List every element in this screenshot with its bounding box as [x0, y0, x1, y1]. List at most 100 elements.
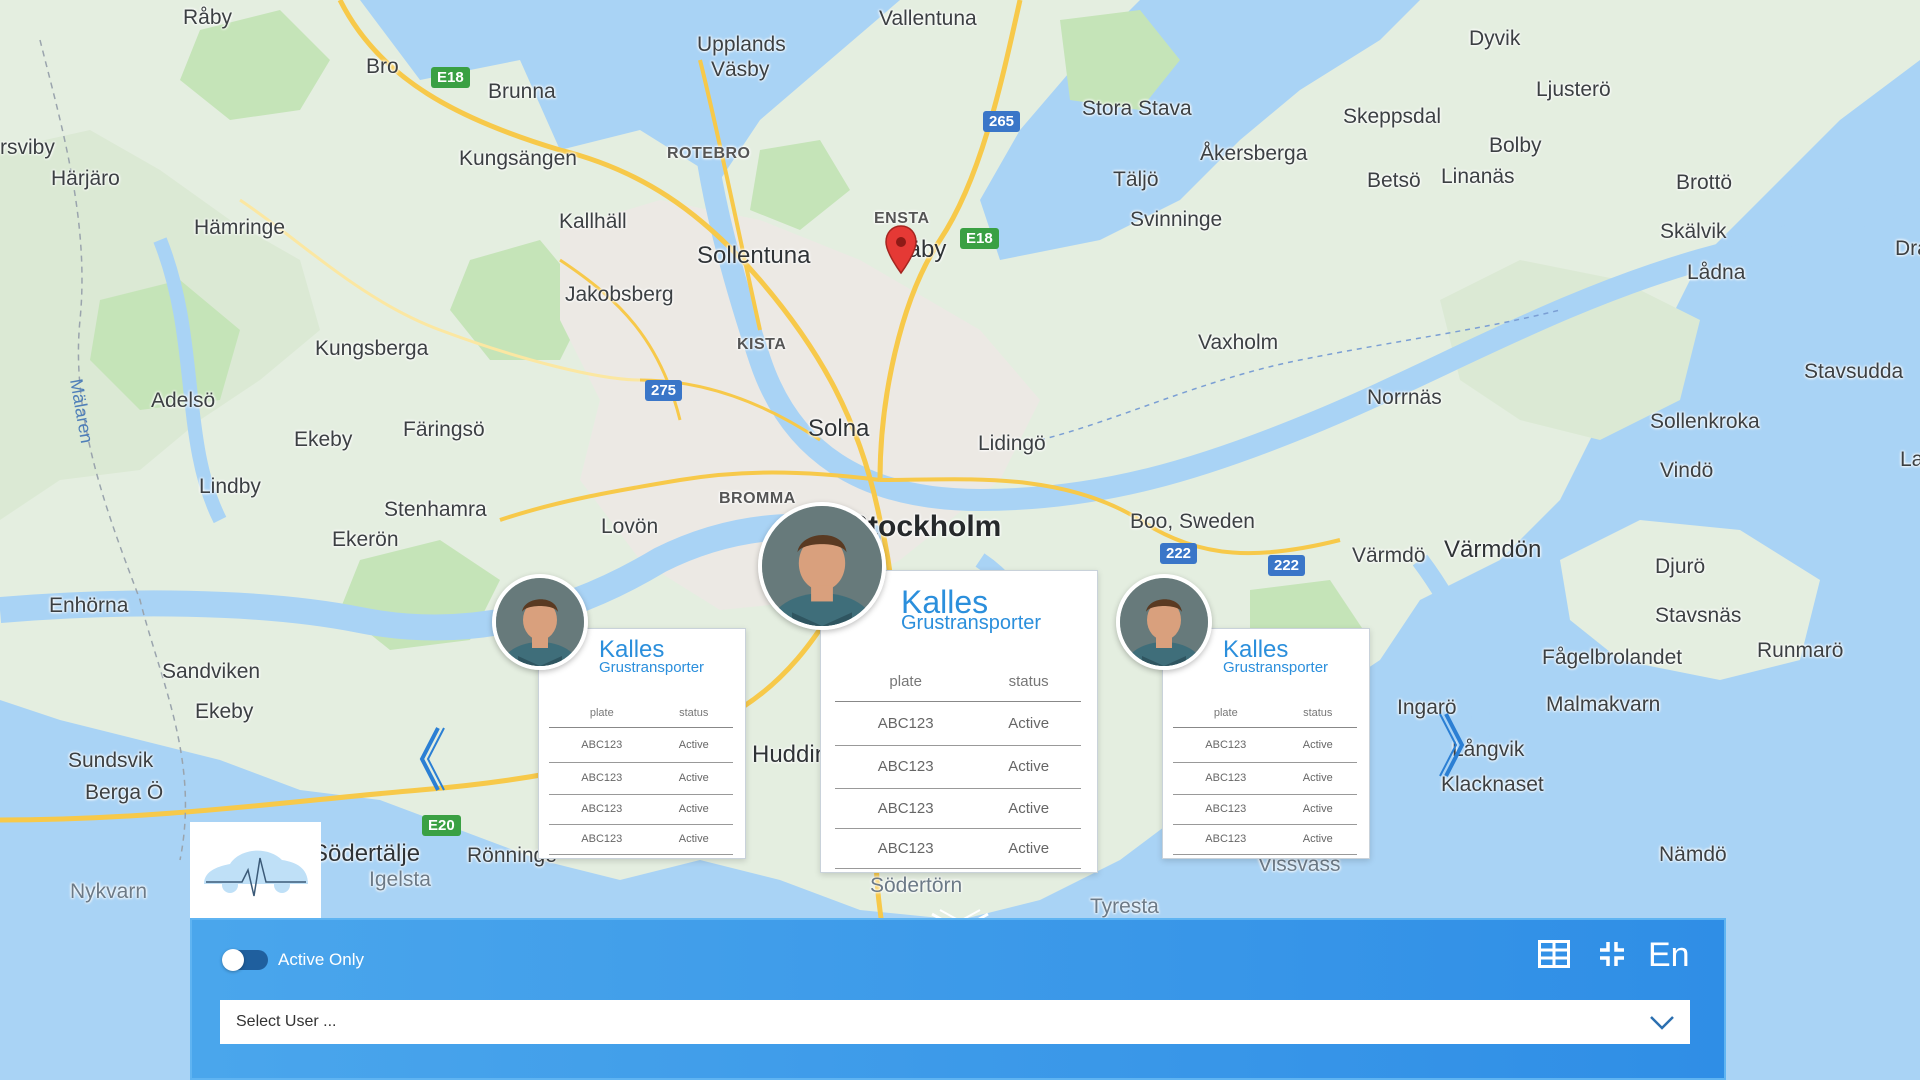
status-cell: Active	[654, 794, 733, 825]
driver-avatar[interactable]	[758, 502, 886, 630]
map-place-label: Upplands	[697, 33, 786, 56]
map-place-label: Kallhäll	[559, 210, 627, 233]
table-row[interactable]: ABC123 Active	[835, 745, 1081, 789]
table-row[interactable]: ABC123 Active	[835, 701, 1081, 746]
map-place-label: Ekerön	[332, 528, 399, 551]
column-header-status: status	[976, 663, 1081, 702]
map-place-label: Värmdön	[1444, 536, 1542, 563]
map-place-label: Ekeby	[294, 428, 353, 451]
map-place-label: Täljö	[1113, 168, 1159, 191]
status-cell: Active	[976, 828, 1081, 869]
map-place-label: Linanäs	[1441, 165, 1515, 188]
vehicle-table: plate status ABC123 Active ABC123 Active A…	[1173, 699, 1357, 855]
map-place-label: Stora Stava	[1082, 97, 1192, 120]
map-place-label: Berga Ö	[85, 781, 164, 804]
map-place-label: ROTEBRO	[667, 145, 751, 162]
map-place-label: Igelsta	[369, 868, 431, 891]
status-cell: Active	[654, 824, 733, 855]
table-row[interactable]: ABC123 Active	[549, 727, 733, 763]
plate-cell: ABC123	[1173, 762, 1279, 795]
table-row[interactable]: ABC123 Active	[1173, 727, 1357, 763]
plate-cell: ABC123	[835, 701, 977, 746]
table-row[interactable]: ABC123 Active	[835, 788, 1081, 829]
table-row[interactable]: ABC123 Active	[1173, 794, 1357, 825]
status-cell: Active	[976, 788, 1081, 829]
table-header-row: plate status	[1173, 699, 1357, 728]
table-header-row: plate status	[549, 699, 733, 728]
select-user-placeholder: Select User ...	[236, 1013, 337, 1030]
map-place-label: Dyvik	[1469, 27, 1521, 50]
map-place-label: Sollentuna	[697, 242, 811, 269]
table-row[interactable]: ABC123 Active	[549, 824, 733, 855]
map-place-label: Norrnäs	[1367, 386, 1442, 409]
plate-cell: ABC123	[549, 727, 655, 763]
table-row[interactable]: ABC123 Active	[1173, 824, 1357, 855]
carousel-prev-arrow-icon[interactable]	[412, 724, 448, 794]
map-place-label: KISTA	[737, 336, 787, 353]
column-header-status: status	[654, 699, 733, 728]
status-cell: Active	[654, 727, 733, 763]
map-place-label: Ekeby	[195, 700, 254, 723]
map-place-label: Dra	[1895, 237, 1920, 260]
road-shield: E18	[960, 228, 999, 249]
road-shield: E20	[422, 815, 461, 836]
active-only-label: Active Only	[278, 950, 364, 969]
table-row[interactable]: ABC123 Active	[549, 794, 733, 825]
map-place-label: Djurö	[1655, 555, 1706, 578]
map-place-label: Åkersberga	[1200, 142, 1308, 165]
table-row[interactable]: ABC123 Active	[549, 762, 733, 795]
map-place-label: Färingsö	[403, 418, 485, 441]
vehicle-card-left[interactable]: Kalles Grustransporter plate status ABC1…	[538, 628, 746, 859]
driver-avatar[interactable]	[1116, 574, 1212, 670]
app-logo[interactable]	[190, 822, 321, 920]
map-place-label: Bro	[366, 55, 399, 78]
column-header-plate: plate	[835, 663, 977, 702]
card-subtitle: Grustransporter	[599, 659, 705, 676]
map-place-label: Brottö	[1676, 171, 1733, 194]
plate-cell: ABC123	[835, 788, 977, 829]
map-place-label: Sandviken	[162, 660, 261, 683]
plate-cell: ABC123	[835, 745, 977, 789]
vehicle-table: plate status ABC123 Active ABC123 Active A…	[549, 699, 733, 855]
status-cell: Active	[654, 762, 733, 795]
map-place-label: Enhörna	[49, 594, 129, 617]
table-row[interactable]: ABC123 Active	[1173, 762, 1357, 795]
driver-avatar[interactable]	[492, 574, 588, 670]
location-pin-icon[interactable]	[884, 225, 918, 275]
vehicle-table: plate status ABC123 Active ABC123 Active A…	[835, 663, 1081, 869]
map-place-label: Stavsudda	[1804, 360, 1904, 383]
map-place-label: Lindby	[199, 475, 261, 498]
exit-fullscreen-icon[interactable]	[1596, 938, 1628, 970]
map-place-label: Sundsvik	[68, 749, 154, 772]
map-place-label: Skälvik	[1660, 220, 1727, 243]
column-header-status: status	[1278, 699, 1357, 728]
map-place-label: Betsö	[1367, 169, 1421, 192]
table-row[interactable]: ABC123 Active	[835, 828, 1081, 869]
column-header-plate: plate	[549, 699, 655, 728]
road-shield: E18	[431, 67, 470, 88]
map-place-label: Boo, Sweden	[1130, 510, 1255, 533]
road-shield: 222	[1268, 555, 1306, 576]
map-place-label: La	[1900, 448, 1920, 471]
map-place-label: Solna	[808, 415, 870, 442]
select-user-dropdown[interactable]: Select User ...	[220, 1000, 1690, 1044]
map-place-label: Väsby	[711, 58, 770, 81]
carousel-next-arrow-icon[interactable]	[1436, 710, 1472, 780]
map-place-label: Sollenkroka	[1650, 410, 1760, 433]
car-heartbeat-logo-icon	[204, 850, 308, 897]
map-place-label: Adelsö	[151, 389, 216, 412]
map-place-label: Vindö	[1660, 459, 1714, 482]
table-view-icon[interactable]	[1538, 940, 1570, 968]
language-switch[interactable]: En	[1648, 936, 1690, 975]
toggle-knob	[222, 949, 244, 971]
vehicle-card-right[interactable]: Kalles Grustransporter plate status ABC1…	[1162, 628, 1370, 859]
chevron-down-icon	[1650, 1016, 1674, 1030]
map-place-label: Jakobsberg	[565, 283, 674, 306]
map-place-label: Värmdö	[1352, 544, 1426, 567]
status-cell: Active	[1278, 824, 1357, 855]
active-only-toggle[interactable]	[222, 949, 268, 971]
plate-cell: ABC123	[549, 824, 655, 855]
plate-cell: ABC123	[549, 762, 655, 795]
road-shield: 222	[1160, 543, 1198, 564]
map-place-label: Tyresta	[1090, 895, 1159, 918]
